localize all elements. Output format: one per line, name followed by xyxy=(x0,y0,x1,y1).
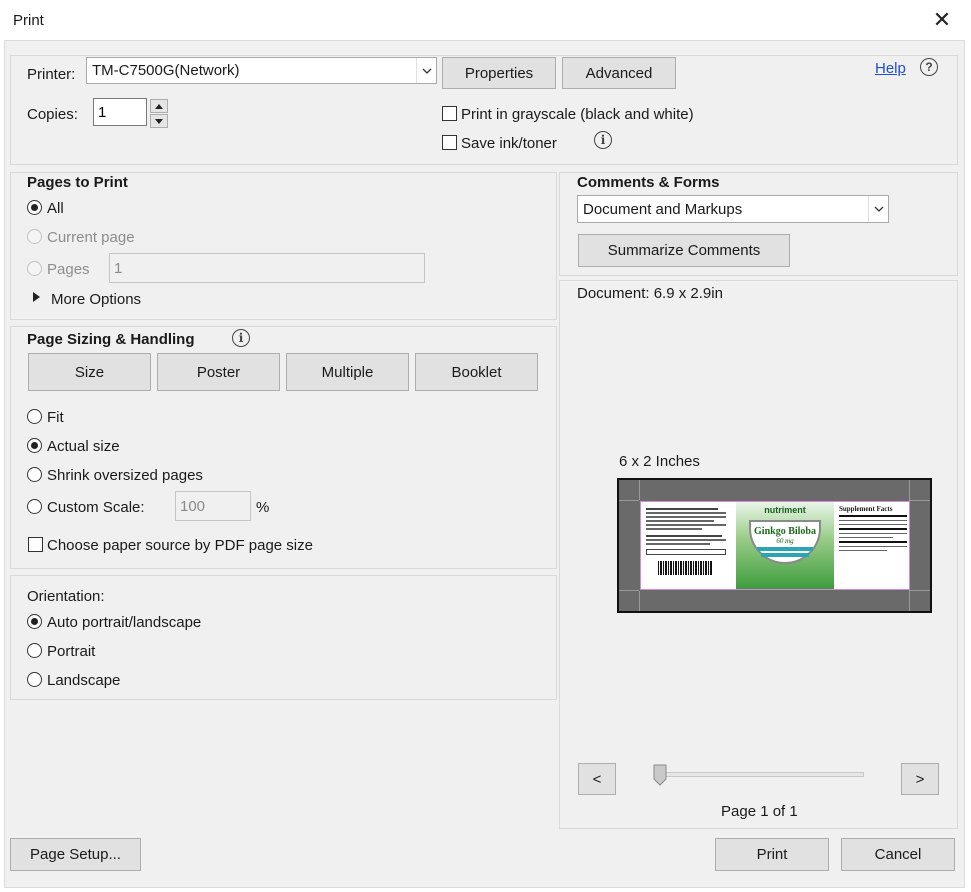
portrait-radio[interactable] xyxy=(27,643,42,658)
expand-triangle-icon[interactable] xyxy=(33,292,40,302)
auto-orientation-label: Auto portrait/landscape xyxy=(47,614,202,631)
printer-select[interactable]: TM-C7500G(Network) xyxy=(86,57,437,84)
crop-mark xyxy=(909,500,930,501)
pages-range-label: Pages xyxy=(47,261,90,278)
page-sizing-heading: Page Sizing & Handling xyxy=(27,331,195,348)
label-text-column xyxy=(646,506,726,586)
tab-booklet[interactable]: Booklet xyxy=(415,353,538,391)
tab-poster[interactable]: Poster xyxy=(157,353,280,391)
crop-mark xyxy=(909,590,930,591)
landscape-label: Landscape xyxy=(47,672,121,689)
print-preview: nutriment Ginkgo Biloba 60 mg Supplement… xyxy=(617,478,932,613)
auto-orientation-radio[interactable] xyxy=(27,614,42,629)
tab-size[interactable]: Size xyxy=(28,353,151,391)
orientation-heading: Orientation: xyxy=(27,588,105,605)
actual-size-radio[interactable] xyxy=(27,438,42,453)
crop-mark xyxy=(639,480,640,500)
fit-label: Fit xyxy=(47,409,64,426)
next-page-button[interactable]: > xyxy=(901,763,939,795)
label-strength: 60 mg xyxy=(776,537,794,545)
cancel-button[interactable]: Cancel xyxy=(841,838,955,871)
save-ink-checkbox[interactable] xyxy=(442,135,457,150)
grayscale-checkbox[interactable] xyxy=(442,106,457,121)
custom-scale-input[interactable] xyxy=(175,491,251,521)
page-slider-thumb[interactable] xyxy=(653,764,667,786)
crop-mark xyxy=(909,591,910,611)
comments-forms-heading: Comments & Forms xyxy=(577,174,720,191)
label-product-name: Ginkgo Biloba xyxy=(754,526,816,537)
fit-radio[interactable] xyxy=(27,409,42,424)
shrink-oversized-label: Shrink oversized pages xyxy=(47,467,203,484)
printer-label: Printer: xyxy=(27,66,76,83)
grayscale-label: Print in grayscale (black and white) xyxy=(461,106,694,123)
label-brand: nutriment xyxy=(764,505,806,515)
current-page-radio[interactable] xyxy=(27,229,42,244)
comments-forms-select[interactable]: Document and Markups xyxy=(577,195,889,223)
crop-mark xyxy=(909,480,910,500)
properties-button[interactable]: Properties xyxy=(442,57,556,89)
title-bar: Print ✕ xyxy=(0,0,971,40)
actual-size-label: Actual size xyxy=(47,438,120,455)
page-slider-track[interactable] xyxy=(654,772,864,777)
advanced-button[interactable]: Advanced xyxy=(562,57,676,89)
comments-forms-selected-value: Document and Markups xyxy=(583,200,743,218)
custom-scale-radio[interactable] xyxy=(27,499,42,514)
info-icon[interactable]: i xyxy=(594,131,612,149)
label-facts-panel: Supplement Facts xyxy=(839,505,907,587)
crop-mark xyxy=(619,500,639,501)
crop-mark xyxy=(619,590,639,591)
label-facts-heading: Supplement Facts xyxy=(839,505,893,513)
printer-selected-value: TM-C7500G(Network) xyxy=(92,62,240,79)
copies-down-arrow-icon[interactable] xyxy=(150,114,168,128)
chevron-down-icon[interactable] xyxy=(868,196,888,222)
tab-multiple[interactable]: Multiple xyxy=(286,353,409,391)
landscape-radio[interactable] xyxy=(27,672,42,687)
info-icon[interactable]: i xyxy=(232,329,250,347)
paper-source-checkbox[interactable] xyxy=(28,537,43,552)
barcode-icon xyxy=(658,561,713,575)
help-icon[interactable]: ? xyxy=(920,58,938,76)
pages-range-input[interactable] xyxy=(109,253,425,283)
crop-mark xyxy=(639,591,640,611)
copies-input[interactable] xyxy=(93,98,147,126)
shrink-oversized-radio[interactable] xyxy=(27,467,42,482)
pages-to-print-heading: Pages to Print xyxy=(27,174,128,191)
paper-size-text: 6 x 2 Inches xyxy=(619,453,700,470)
summarize-comments-button[interactable]: Summarize Comments xyxy=(578,234,790,267)
save-ink-label: Save ink/toner xyxy=(461,135,557,152)
percent-sign: % xyxy=(256,499,270,516)
page-setup-button[interactable]: Page Setup... xyxy=(10,838,141,871)
chevron-down-icon[interactable] xyxy=(416,58,436,83)
all-pages-radio[interactable] xyxy=(27,200,42,215)
pages-range-radio[interactable] xyxy=(27,261,42,276)
document-size-text: Document: 6.9 x 2.9in xyxy=(577,285,723,302)
more-options-label[interactable]: More Options xyxy=(51,291,141,308)
close-icon[interactable]: ✕ xyxy=(930,8,954,32)
all-pages-label: All xyxy=(47,200,64,217)
paper-source-label: Choose paper source by PDF page size xyxy=(47,537,313,554)
label-brand-panel: nutriment Ginkgo Biloba 60 mg xyxy=(736,502,834,589)
copies-up-arrow-icon[interactable] xyxy=(150,99,168,113)
window-title: Print xyxy=(13,12,44,29)
page-indicator: Page 1 of 1 xyxy=(721,803,798,820)
copies-label: Copies: xyxy=(27,106,78,123)
label-shield: Ginkgo Biloba 60 mg xyxy=(749,520,821,564)
print-button[interactable]: Print xyxy=(715,838,829,871)
custom-scale-label: Custom Scale: xyxy=(47,499,145,516)
product-label-image: nutriment Ginkgo Biloba 60 mg Supplement… xyxy=(640,501,910,590)
portrait-label: Portrait xyxy=(47,643,96,660)
current-page-label: Current page xyxy=(47,229,135,246)
help-link[interactable]: Help xyxy=(875,60,906,77)
prev-page-button[interactable]: < xyxy=(578,763,616,795)
